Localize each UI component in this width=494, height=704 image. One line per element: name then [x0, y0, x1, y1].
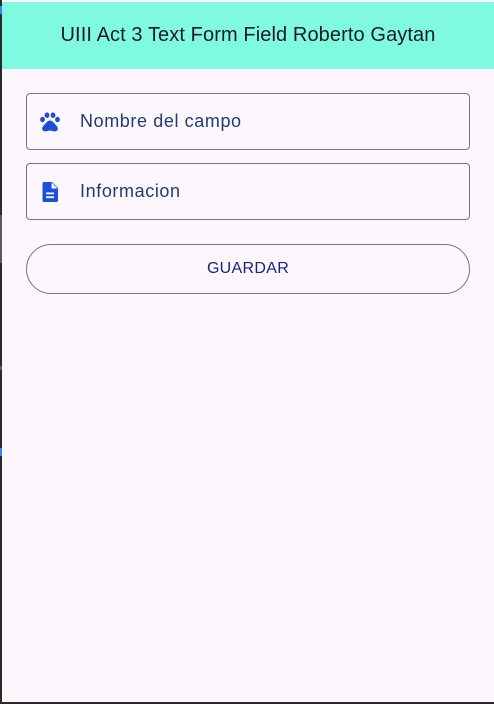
save-button[interactable]: GUARDAR: [26, 244, 470, 294]
window-edge-gap: [0, 366, 2, 370]
info-input[interactable]: [80, 181, 440, 202]
app-window: UIII Act 3 Text Form Field Roberto Gayta…: [2, 0, 494, 702]
window-edge-marker: [0, 448, 2, 456]
document-icon: [38, 180, 62, 204]
window-edge-gap: [0, 215, 2, 263]
page-title: UIII Act 3 Text Form Field Roberto Gayta…: [60, 24, 436, 46]
app-bar: UIII Act 3 Text Form Field Roberto Gayta…: [2, 2, 494, 69]
info-field[interactable]: [26, 163, 470, 220]
name-field[interactable]: [26, 93, 470, 150]
name-input[interactable]: [80, 111, 440, 132]
paw-icon: [38, 110, 62, 134]
save-button-label: GUARDAR: [206, 260, 290, 277]
window-edge-marker: [0, 6, 2, 14]
